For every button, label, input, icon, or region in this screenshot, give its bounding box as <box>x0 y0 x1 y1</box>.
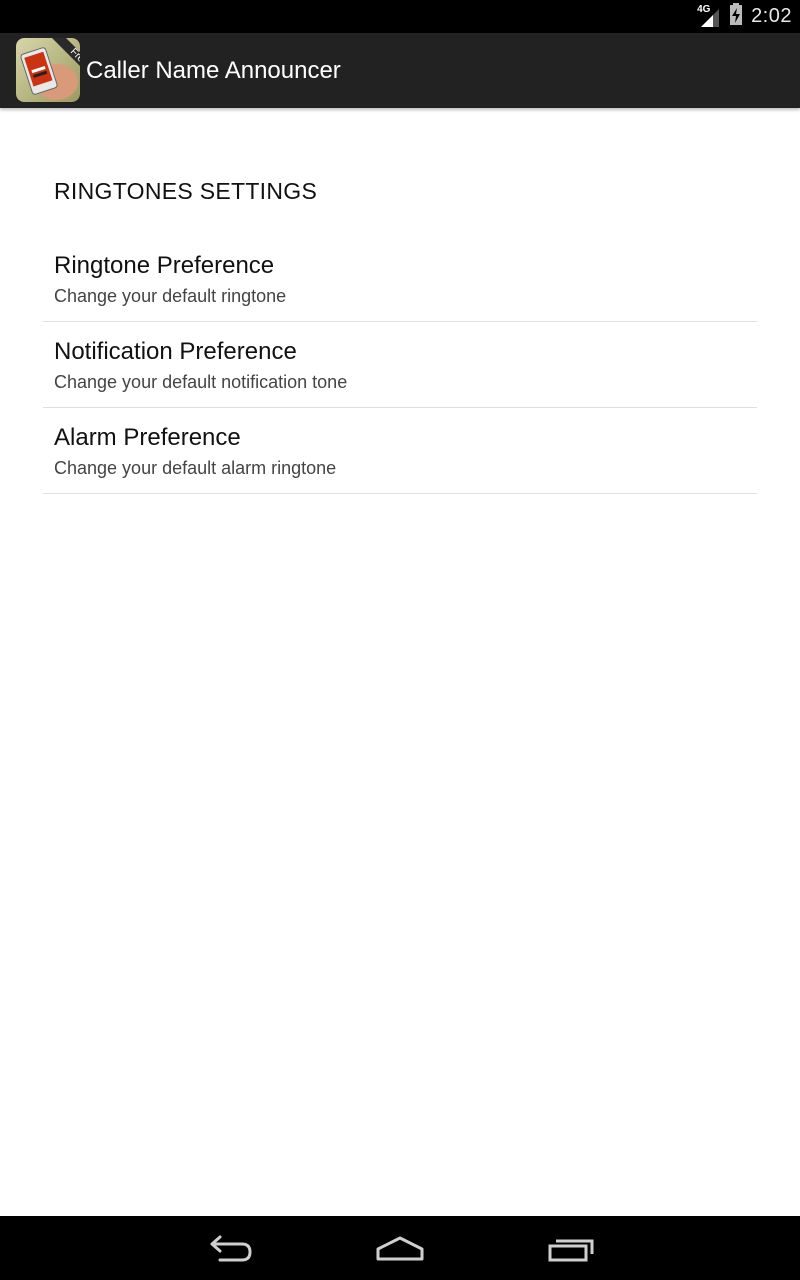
alarm-preference[interactable]: Alarm Preference Change your default ala… <box>43 408 757 494</box>
navigation-bar <box>0 1216 800 1280</box>
battery-icon <box>729 2 743 31</box>
network-type-label: 4G <box>697 3 711 15</box>
back-icon[interactable] <box>200 1228 260 1268</box>
preference-list: Ringtone Preference Change your default … <box>43 236 757 494</box>
recent-apps-icon[interactable] <box>542 1228 602 1268</box>
status-time: 2:02 <box>751 5 792 27</box>
preference-title: Notification Preference <box>54 338 297 365</box>
ringtone-preference[interactable]: Ringtone Preference Change your default … <box>43 236 757 322</box>
signal-icon: 4G <box>697 3 721 29</box>
section-header: RINGTONES SETTINGS <box>54 178 318 204</box>
app-title: Caller Name Announcer <box>86 57 341 84</box>
notification-preference[interactable]: Notification Preference Change your defa… <box>43 322 757 408</box>
preference-summary: Change your default alarm ringtone <box>54 458 337 478</box>
preference-title: Ringtone Preference <box>54 252 275 279</box>
preference-summary: Change your default ringtone <box>54 286 287 306</box>
status-bar: 4G 2:02 <box>0 0 800 33</box>
preference-summary: Change your default notification tone <box>54 372 348 392</box>
app-icon[interactable]: Free <box>16 38 80 102</box>
action-bar: Free Caller Name Announcer <box>0 33 800 108</box>
preference-title: Alarm Preference <box>54 424 241 451</box>
status-icons: 4G 2:02 <box>697 0 792 33</box>
home-icon[interactable] <box>370 1228 430 1268</box>
